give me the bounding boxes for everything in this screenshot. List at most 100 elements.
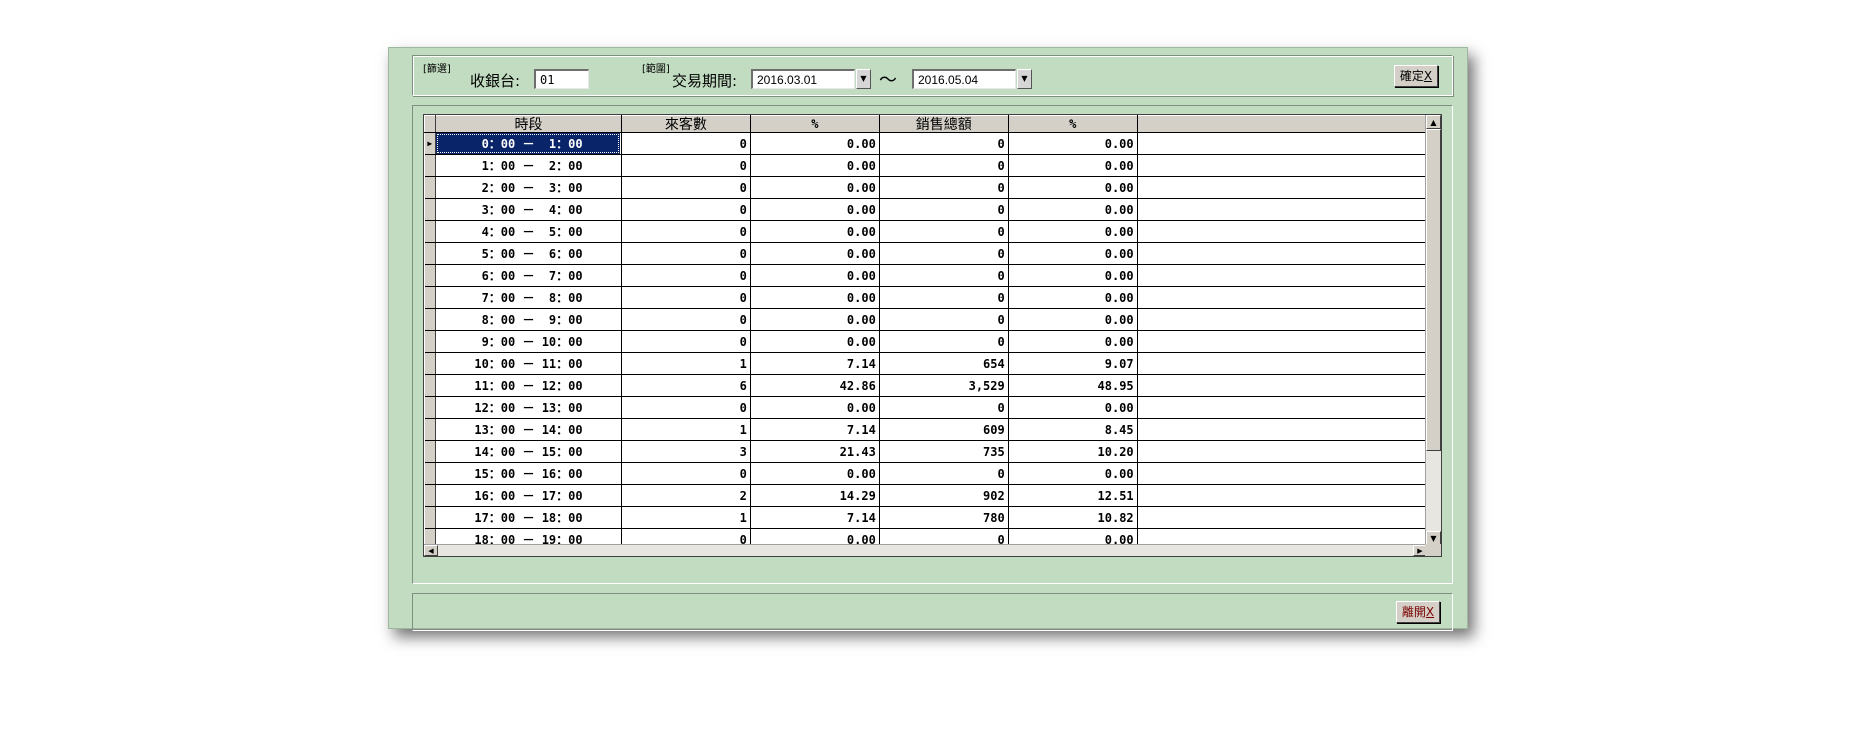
table-row[interactable]: 15：00 － 16：00 0 0.00 0 0.00 — [424, 462, 1427, 485]
table-row[interactable]: 18：00 － 19：00 0 0.00 0 0.00 — [424, 528, 1427, 545]
cell-sales[interactable]: 609 — [879, 418, 1009, 441]
column-header-visitors-pct[interactable]: % — [749, 115, 880, 133]
cell-sales-pct[interactable]: 0.00 — [1008, 462, 1138, 485]
cell-sales[interactable]: 0 — [879, 308, 1009, 331]
cell-time[interactable]: 4：00 － 5：00 — [435, 220, 622, 243]
cell-sales-pct[interactable]: 0.00 — [1008, 308, 1138, 331]
start-date-dropdown-button[interactable]: ▼ — [856, 69, 871, 89]
cell-sales[interactable]: 735 — [879, 440, 1009, 463]
cell-visitors[interactable]: 0 — [621, 220, 751, 243]
table-row[interactable]: 9：00 － 10：00 0 0.00 0 0.00 — [424, 330, 1427, 353]
cell-sales[interactable]: 0 — [879, 220, 1009, 243]
cell-visitors-pct[interactable]: 0.00 — [750, 308, 880, 331]
cell-time[interactable]: 14：00 － 15：00 — [435, 440, 622, 463]
cell-time[interactable]: 16：00 － 17：00 — [435, 484, 622, 507]
cell-sales-pct[interactable]: 10.82 — [1008, 506, 1138, 529]
row-indicator[interactable] — [424, 374, 436, 397]
row-indicator[interactable] — [424, 396, 436, 419]
cell-visitors-pct[interactable]: 7.14 — [750, 506, 880, 529]
row-indicator[interactable] — [424, 330, 436, 353]
table-row[interactable]: 16：00 － 17：00 2 14.29 902 12.51 — [424, 484, 1427, 507]
table-row[interactable]: 2：00 － 3：00 0 0.00 0 0.00 — [424, 176, 1427, 199]
cell-sales-pct[interactable]: 9.07 — [1008, 352, 1138, 375]
cell-time[interactable]: 10：00 － 11：00 — [435, 352, 622, 375]
close-button[interactable]: 離開X — [1396, 601, 1440, 623]
cell-visitors-pct[interactable]: 42.86 — [750, 374, 880, 397]
cell-visitors[interactable]: 0 — [621, 462, 751, 485]
cell-sales-pct[interactable]: 0.00 — [1008, 264, 1138, 287]
cell-visitors[interactable]: 0 — [621, 132, 751, 155]
table-row[interactable]: 3：00 － 4：00 0 0.00 0 0.00 — [424, 198, 1427, 221]
cell-sales[interactable]: 3,529 — [879, 374, 1009, 397]
cell-sales[interactable]: 902 — [879, 484, 1009, 507]
cell-visitors[interactable]: 1 — [621, 352, 751, 375]
cell-sales[interactable]: 654 — [879, 352, 1009, 375]
cell-visitors-pct[interactable]: 0.00 — [750, 220, 880, 243]
cell-sales-pct[interactable]: 10.20 — [1008, 440, 1138, 463]
row-indicator[interactable] — [424, 286, 436, 309]
column-header-sales-pct[interactable]: % — [1007, 115, 1138, 133]
grid-viewport[interactable]: 時段 來客數 % 銷售總額 % ▶ 0：00 － 1：00 0 0.00 0 0.00 … — [424, 115, 1427, 545]
cell-sales[interactable]: 0 — [879, 330, 1009, 353]
cell-visitors[interactable]: 6 — [621, 374, 751, 397]
table-row[interactable]: 8：00 － 9：00 0 0.00 0 0.00 — [424, 308, 1427, 331]
cell-visitors-pct[interactable]: 0.00 — [750, 528, 880, 545]
register-input[interactable] — [534, 69, 589, 89]
cell-time[interactable]: 15：00 － 16：00 — [435, 462, 622, 485]
cell-visitors-pct[interactable]: 0.00 — [750, 198, 880, 221]
cell-visitors-pct[interactable]: 7.14 — [750, 352, 880, 375]
cell-time[interactable]: 17：00 － 18：00 — [435, 506, 622, 529]
cell-visitors[interactable]: 0 — [621, 242, 751, 265]
cell-visitors[interactable]: 0 — [621, 264, 751, 287]
table-row[interactable]: ▶ 0：00 － 1：00 0 0.00 0 0.00 — [424, 132, 1427, 155]
cell-visitors-pct[interactable]: 0.00 — [750, 286, 880, 309]
cell-sales-pct[interactable]: 0.00 — [1008, 528, 1138, 545]
cell-sales-pct[interactable]: 8.45 — [1008, 418, 1138, 441]
cell-visitors-pct[interactable]: 0.00 — [750, 154, 880, 177]
cell-sales[interactable]: 0 — [879, 198, 1009, 221]
confirm-button[interactable]: 確定X — [1394, 65, 1438, 87]
cell-visitors-pct[interactable]: 0.00 — [750, 462, 880, 485]
cell-visitors[interactable]: 0 — [621, 286, 751, 309]
cell-sales-pct[interactable]: 0.00 — [1008, 242, 1138, 265]
cell-sales-pct[interactable]: 0.00 — [1008, 396, 1138, 419]
cell-sales[interactable]: 0 — [879, 242, 1009, 265]
cell-sales-pct[interactable]: 0.00 — [1008, 330, 1138, 353]
end-date-dropdown-button[interactable]: ▼ — [1017, 69, 1032, 89]
table-row[interactable]: 12：00 － 13：00 0 0.00 0 0.00 — [424, 396, 1427, 419]
cell-visitors[interactable]: 2 — [621, 484, 751, 507]
scroll-up-icon[interactable]: ▲ — [1426, 115, 1441, 129]
cell-sales-pct[interactable]: 0.00 — [1008, 154, 1138, 177]
table-row[interactable]: 10：00 － 11：00 1 7.14 654 9.07 — [424, 352, 1427, 375]
cell-sales-pct[interactable]: 0.00 — [1008, 286, 1138, 309]
cell-time[interactable]: 3：00 － 4：00 — [435, 198, 622, 221]
scroll-left-icon[interactable]: ◀ — [424, 545, 438, 556]
cell-sales[interactable]: 0 — [879, 528, 1009, 545]
cell-visitors[interactable]: 0 — [621, 198, 751, 221]
cell-time[interactable]: 1：00 － 2：00 — [435, 154, 622, 177]
cell-sales[interactable]: 0 — [879, 396, 1009, 419]
cell-sales-pct[interactable]: 0.00 — [1008, 132, 1138, 155]
cell-visitors[interactable]: 0 — [621, 308, 751, 331]
table-row[interactable]: 17：00 － 18：00 1 7.14 780 10.82 — [424, 506, 1427, 529]
vertical-scrollbar[interactable]: ▲ ▼ — [1425, 115, 1441, 545]
cell-sales[interactable]: 0 — [879, 462, 1009, 485]
cell-time[interactable]: 2：00 － 3：00 — [435, 176, 622, 199]
row-indicator[interactable] — [424, 484, 436, 507]
cell-visitors-pct[interactable]: 0.00 — [750, 264, 880, 287]
row-indicator[interactable] — [424, 528, 436, 545]
cell-sales-pct[interactable]: 0.00 — [1008, 220, 1138, 243]
cell-visitors-pct[interactable]: 0.00 — [750, 330, 880, 353]
table-row[interactable]: 4：00 － 5：00 0 0.00 0 0.00 — [424, 220, 1427, 243]
cell-visitors[interactable]: 1 — [621, 506, 751, 529]
cell-visitors[interactable]: 0 — [621, 176, 751, 199]
cell-visitors-pct[interactable]: 0.00 — [750, 242, 880, 265]
cell-sales[interactable]: 0 — [879, 176, 1009, 199]
column-header-time[interactable]: 時段 — [434, 115, 622, 133]
row-indicator[interactable] — [424, 440, 436, 463]
row-indicator[interactable] — [424, 198, 436, 221]
table-row[interactable]: 14：00 － 15：00 3 21.43 735 10.20 — [424, 440, 1427, 463]
cell-sales[interactable]: 0 — [879, 286, 1009, 309]
cell-sales[interactable]: 780 — [879, 506, 1009, 529]
cell-sales[interactable]: 0 — [879, 154, 1009, 177]
